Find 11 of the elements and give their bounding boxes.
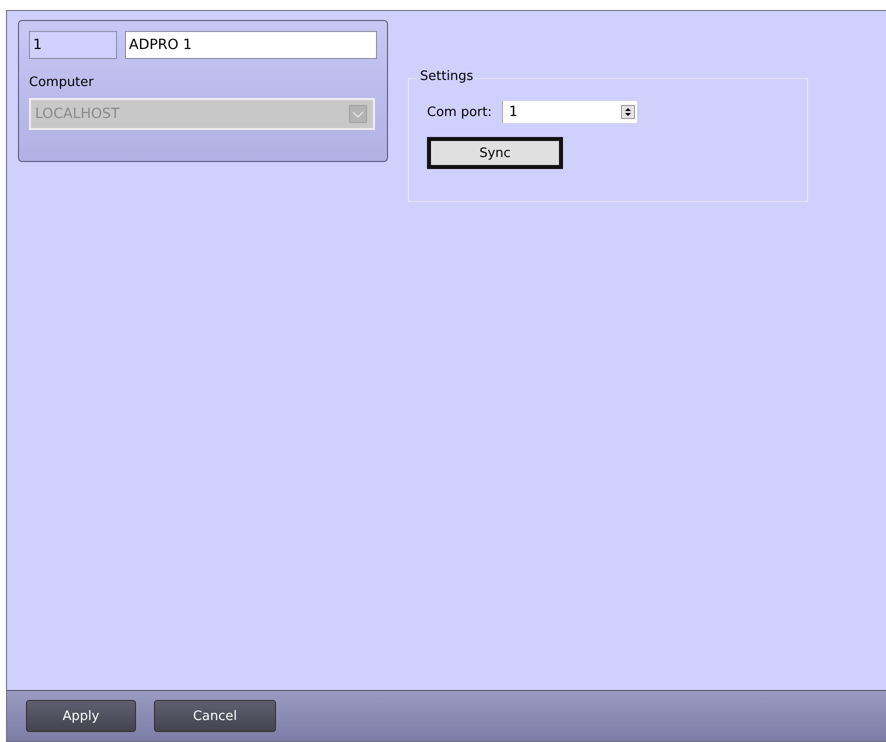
action-button[interactable]: Apply xyxy=(26,700,136,732)
caret-icon xyxy=(349,105,367,123)
group-title: Settings xyxy=(417,69,476,84)
name-field[interactable]: ADPRO 1 xyxy=(125,31,377,59)
com-port-label: Com port: xyxy=(427,104,492,120)
action-button[interactable]: Cancel xyxy=(154,700,276,732)
number-field[interactable]: 1 xyxy=(29,31,117,59)
sync-button[interactable]: Sync xyxy=(427,137,563,169)
spinner-arrows-icon[interactable] xyxy=(620,105,635,119)
com-port-spinner[interactable]: 1 xyxy=(502,101,637,123)
computer-label: Computer xyxy=(29,75,95,90)
